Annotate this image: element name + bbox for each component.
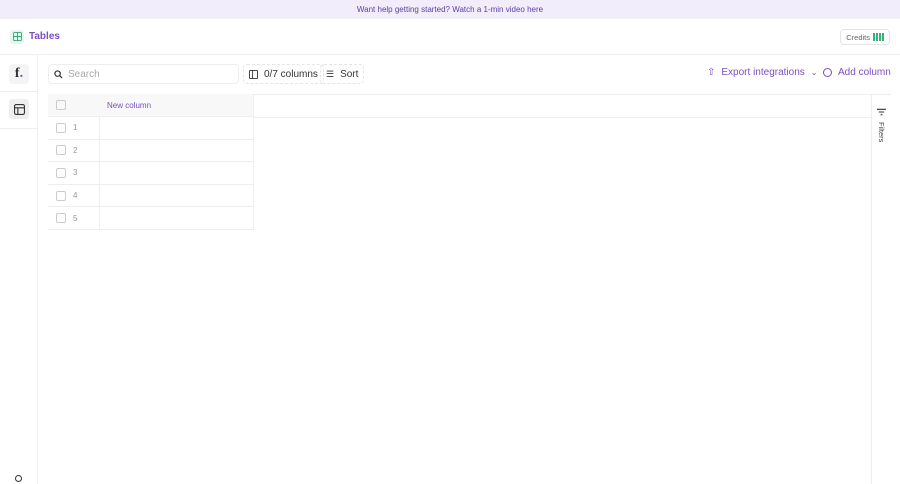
row-checkbox[interactable] bbox=[56, 213, 66, 224]
data-table: New column 1 2 3 4 5 bbox=[48, 94, 254, 230]
filters-label: Filters bbox=[877, 122, 886, 143]
search-icon bbox=[54, 69, 63, 79]
table-cell[interactable] bbox=[99, 162, 253, 184]
column-header[interactable]: New column bbox=[107, 101, 151, 110]
add-column-label: Add column bbox=[838, 67, 891, 78]
logo[interactable]: f. bbox=[9, 64, 29, 84]
row-checkbox[interactable] bbox=[56, 190, 66, 201]
table-row: 4 bbox=[48, 184, 253, 208]
row-number: 2 bbox=[73, 145, 78, 155]
columns-icon bbox=[249, 69, 258, 79]
credits-badge[interactable]: Credits bbox=[840, 29, 890, 45]
table-row: 2 bbox=[48, 139, 253, 163]
table-row: 1 bbox=[48, 117, 253, 140]
sort-button[interactable]: ☰ Sort bbox=[320, 64, 365, 84]
table-cell[interactable] bbox=[99, 139, 253, 162]
chevron-down-icon: ⌄ bbox=[810, 68, 818, 77]
row-number: 3 bbox=[73, 168, 78, 178]
help-icon[interactable] bbox=[15, 475, 22, 482]
add-column-button[interactable]: Add column bbox=[823, 67, 891, 78]
table-header: New column bbox=[48, 94, 253, 117]
table-cell[interactable] bbox=[99, 207, 253, 229]
search-input-wrapper[interactable] bbox=[48, 64, 239, 84]
filters-panel[interactable]: Filters bbox=[871, 94, 900, 484]
help-banner[interactable]: Want help getting started? Watch a 1-min… bbox=[0, 0, 900, 19]
search-input[interactable] bbox=[68, 68, 228, 80]
row-checkbox[interactable] bbox=[56, 145, 66, 156]
columns-button[interactable]: 0/7 columns bbox=[243, 64, 324, 84]
sidebar: f. bbox=[0, 55, 38, 484]
sort-icon: ☰ bbox=[326, 68, 335, 79]
select-all-checkbox[interactable] bbox=[56, 100, 66, 110]
row-checkbox[interactable] bbox=[56, 122, 66, 133]
upload-icon: ⇧ bbox=[707, 67, 716, 78]
credits-label: Credits bbox=[846, 32, 870, 42]
filter-icon bbox=[877, 108, 886, 116]
table-row: 5 bbox=[48, 207, 253, 230]
row-number: 1 bbox=[73, 123, 78, 133]
banner-text[interactable]: Want help getting started? Watch a 1-min… bbox=[357, 5, 543, 14]
table-cell[interactable] bbox=[99, 184, 253, 207]
header: Tables Credits bbox=[0, 19, 900, 55]
sort-label: Sort bbox=[340, 68, 359, 80]
export-label: Export integrations bbox=[721, 67, 805, 78]
table-icon bbox=[10, 29, 24, 44]
table-icon bbox=[13, 103, 25, 115]
row-checkbox[interactable] bbox=[56, 167, 66, 178]
plus-circle-icon bbox=[823, 68, 832, 77]
columns-label: 0/7 columns bbox=[264, 68, 318, 80]
row-number: 4 bbox=[73, 191, 78, 201]
table-cell[interactable] bbox=[99, 117, 253, 139]
row-number: 5 bbox=[73, 213, 78, 223]
export-integrations-button[interactable]: ⇧ Export integrations ⌄ bbox=[707, 67, 817, 78]
table-row: 3 bbox=[48, 162, 253, 185]
page-title: Tables bbox=[29, 31, 60, 42]
sidebar-item-tables[interactable] bbox=[9, 99, 29, 119]
credits-meter bbox=[873, 33, 884, 41]
